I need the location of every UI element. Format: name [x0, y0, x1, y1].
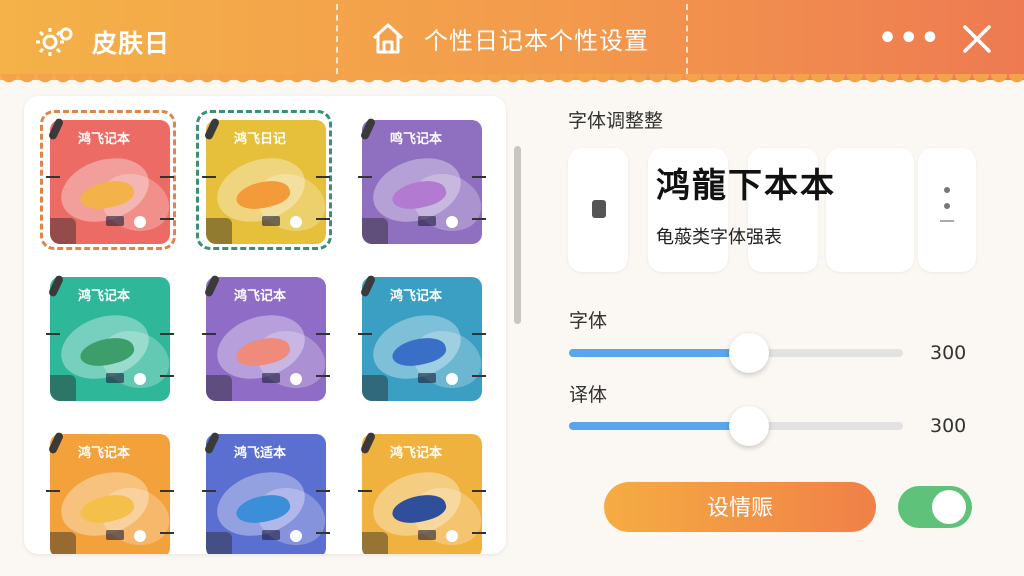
more-icon[interactable]: •••: [878, 24, 942, 54]
skin-gallery: 鸿飞记本 鸿飞日记 鸣飞记本 鸿飞记本 鸿飞记本 鸿飞记本 鸿飞记本 鸿飞适本 鸿飞记本: [24, 96, 506, 554]
skin-card[interactable]: 鸿飞记本: [356, 428, 488, 554]
slider-knob[interactable]: [729, 406, 770, 446]
slider-label-style: 译体: [569, 384, 608, 406]
app-brand: 皮肤日: [30, 18, 170, 66]
home-icon[interactable]: [368, 18, 408, 58]
app-title: 皮肤日: [92, 29, 171, 58]
skin-card[interactable]: 鸿飞记本: [44, 271, 176, 407]
skin-title: 鸿飞日记: [233, 132, 286, 147]
skin-title: 鸿飞记本: [77, 132, 130, 147]
slider-value: 300: [930, 415, 967, 437]
toggle-knob: [932, 490, 966, 524]
page-heading: 个性日记本个性设置: [368, 18, 649, 58]
skin-title: 鸿飞记本: [77, 446, 130, 461]
skin-title: 鸿飞记本: [233, 289, 286, 304]
font-section-label: 字体调整整: [568, 110, 664, 132]
preview-card-right[interactable]: [918, 148, 976, 272]
skin-card[interactable]: 鸿飞适本: [200, 428, 332, 554]
notebook-cover: [206, 120, 326, 244]
skin-card[interactable]: 鸿飞记本: [200, 271, 332, 407]
page-title: 个性日记本个性设置: [424, 26, 649, 55]
notebook-cover: [50, 120, 170, 244]
font-preview: 鸿龍下本本 龟蒰类字体强表: [656, 158, 836, 249]
header-divider: [686, 4, 688, 74]
preview-headline: 鸿龍下本本: [656, 166, 836, 206]
skin-title: 鸿飞记本: [389, 289, 442, 304]
slider-knob[interactable]: [729, 333, 770, 373]
gallery-scrollbar[interactable]: [514, 146, 521, 324]
gear-icon[interactable]: [30, 18, 78, 66]
slider-value: 300: [930, 342, 967, 364]
skin-title: 鸣飞记本: [389, 132, 442, 147]
apply-button[interactable]: 设情赈: [604, 482, 876, 532]
skin-card[interactable]: 鸿飞记本: [44, 428, 176, 554]
preview-card-left[interactable]: [568, 148, 628, 272]
clip-icon: [47, 117, 65, 141]
title-bar: 皮肤日 个性日记本个性设置 •••: [0, 0, 1024, 88]
clip-icon: [203, 117, 221, 141]
font-weight-slider[interactable]: [569, 406, 903, 446]
toggle-switch[interactable]: [898, 486, 972, 528]
skin-card[interactable]: 鸿飞日记: [200, 114, 332, 250]
skin-title: 鸿飞记本: [77, 289, 130, 304]
preview-card[interactable]: [826, 148, 914, 272]
skin-title: 鸿飞记本: [389, 446, 442, 461]
slider-fill: [569, 349, 750, 357]
preview-subline: 龟蒰类字体强表: [656, 227, 782, 248]
skin-card[interactable]: 鸣飞记本: [356, 114, 488, 250]
bird-icon: [233, 175, 293, 215]
skin-card[interactable]: 鸿飞记本: [356, 271, 488, 407]
font-size-slider[interactable]: [569, 333, 903, 373]
phone-icon: [592, 200, 606, 218]
slider-label-font: 字体: [569, 310, 608, 332]
header-divider: [336, 4, 338, 74]
bird-icon: [77, 175, 137, 215]
skin-card[interactable]: 鸿飞记本: [44, 114, 176, 250]
slider-fill: [569, 422, 750, 430]
skin-title: 鸿飞适本: [233, 446, 286, 461]
close-icon[interactable]: [960, 22, 994, 56]
more-vertical-icon: [940, 187, 954, 222]
